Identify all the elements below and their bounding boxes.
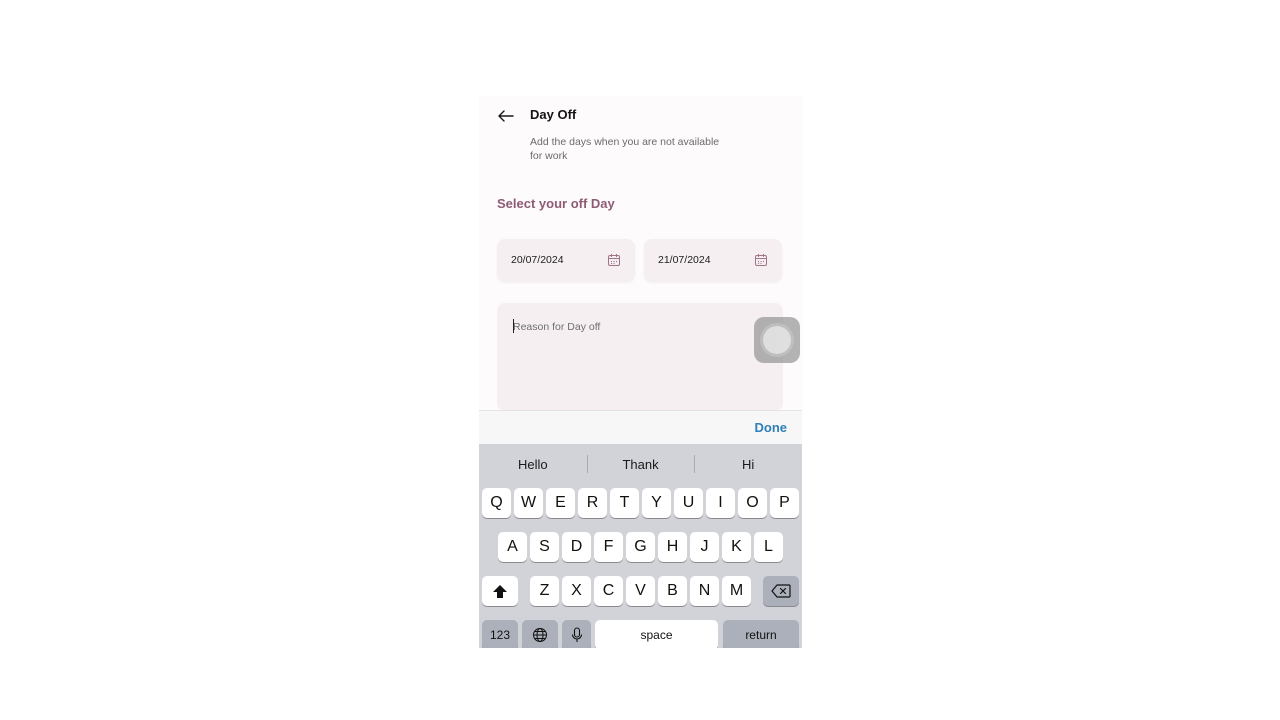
page-title: Day Off <box>530 107 577 122</box>
reason-textarea-box[interactable] <box>497 303 783 411</box>
delete-key[interactable] <box>763 576 799 606</box>
key-x[interactable]: X <box>562 576 591 606</box>
key-a[interactable]: A <box>498 532 527 562</box>
done-button[interactable]: Done <box>755 420 788 435</box>
key-k[interactable]: K <box>722 532 751 562</box>
assistive-touch-icon <box>763 326 791 354</box>
key-m[interactable]: M <box>722 576 751 606</box>
text-caret <box>513 319 514 333</box>
start-date-value: 20/07/2024 <box>511 254 564 266</box>
key-h[interactable]: H <box>658 532 687 562</box>
key-j[interactable]: J <box>690 532 719 562</box>
key-o[interactable]: O <box>738 488 767 518</box>
key-u[interactable]: U <box>674 488 703 518</box>
back-arrow-icon[interactable] <box>497 106 515 126</box>
key-v[interactable]: V <box>626 576 655 606</box>
shift-key[interactable] <box>482 576 518 606</box>
day-off-screen: Day Off Add the days when you are not av… <box>479 96 802 648</box>
key-y[interactable]: Y <box>642 488 671 518</box>
key-w[interactable]: W <box>514 488 543 518</box>
keyboard-toolbar: Done <box>479 410 802 445</box>
keyboard: Hello Thank Hi Q W E R T Y U I O P A S D… <box>479 444 802 648</box>
section-heading: Select your off Day <box>497 196 615 211</box>
key-n[interactable]: N <box>690 576 719 606</box>
key-t[interactable]: T <box>610 488 639 518</box>
start-date-field[interactable]: 20/07/2024 <box>497 239 635 282</box>
shift-icon <box>493 584 507 598</box>
microphone-key[interactable] <box>562 620 591 648</box>
suggestion-item[interactable]: Hello <box>479 444 587 484</box>
end-date-field[interactable]: 21/07/2024 <box>644 239 782 282</box>
suggestion-item[interactable]: Hi <box>694 444 802 484</box>
key-z[interactable]: Z <box>530 576 559 606</box>
page-subtitle: Add the days when you are not available … <box>530 136 720 162</box>
space-key[interactable]: space <box>595 620 718 648</box>
end-date-value: 21/07/2024 <box>658 254 711 266</box>
microphone-icon <box>571 627 582 642</box>
suggestion-bar: Hello Thank Hi <box>479 444 802 484</box>
key-r[interactable]: R <box>578 488 607 518</box>
assistive-touch-button[interactable] <box>754 317 800 363</box>
reason-input[interactable] <box>513 321 733 333</box>
globe-key[interactable] <box>522 620 558 648</box>
calendar-icon[interactable] <box>607 253 621 267</box>
key-q[interactable]: Q <box>482 488 511 518</box>
calendar-icon[interactable] <box>754 253 768 267</box>
backspace-icon <box>771 584 791 598</box>
key-s[interactable]: S <box>530 532 559 562</box>
key-p[interactable]: P <box>770 488 799 518</box>
key-f[interactable]: F <box>594 532 623 562</box>
numbers-key[interactable]: 123 <box>482 620 518 648</box>
suggestion-item[interactable]: Thank <box>586 444 695 484</box>
key-l[interactable]: L <box>754 532 783 562</box>
key-i[interactable]: I <box>706 488 735 518</box>
key-d[interactable]: D <box>562 532 591 562</box>
key-b[interactable]: B <box>658 576 687 606</box>
globe-icon <box>533 628 547 642</box>
key-e[interactable]: E <box>546 488 575 518</box>
key-g[interactable]: G <box>626 532 655 562</box>
return-key[interactable]: return <box>723 620 799 648</box>
key-c[interactable]: C <box>594 576 623 606</box>
